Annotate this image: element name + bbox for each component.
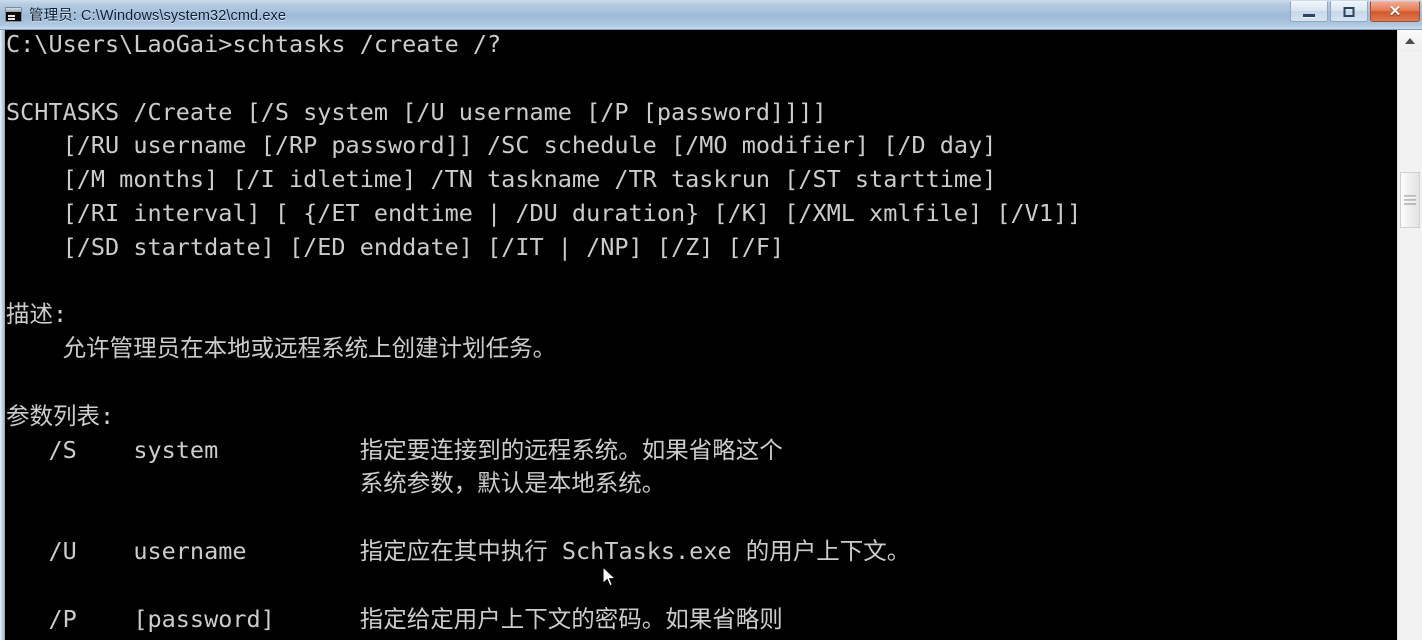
scroll-up-arrow-icon [1405,38,1415,44]
scrollbar-track[interactable] [1398,52,1422,640]
cmd-window: 管理员: C:\Windows\system32\cmd.exe ✕ C:\Us… [0,0,1422,640]
maximize-button[interactable] [1330,1,1368,22]
cmd-console-icon [5,7,22,22]
maximize-icon [1343,7,1355,17]
close-icon: ✕ [1388,3,1402,20]
console-output-area[interactable]: C:\Users\LaoGai>schtasks /create /? SCHT… [5,30,1397,640]
minimize-icon [1303,14,1315,17]
window-titlebar[interactable]: 管理员: C:\Windows\system32\cmd.exe ✕ [0,0,1422,30]
scrollbar-grip-icon [1404,195,1416,205]
scrollbar-thumb[interactable] [1400,172,1420,228]
console-scrollbar[interactable] [1397,30,1422,640]
window-title: 管理员: C:\Windows\system32\cmd.exe [29,8,287,24]
scroll-up-button[interactable] [1398,30,1422,52]
console-frame: C:\Users\LaoGai>schtasks /create /? SCHT… [0,30,1422,640]
minimize-button[interactable] [1290,1,1328,22]
window-controls: ✕ [1288,1,1420,29]
close-button[interactable]: ✕ [1370,1,1420,22]
console-text: C:\Users\LaoGai>schtasks /create /? SCHT… [6,30,1082,633]
